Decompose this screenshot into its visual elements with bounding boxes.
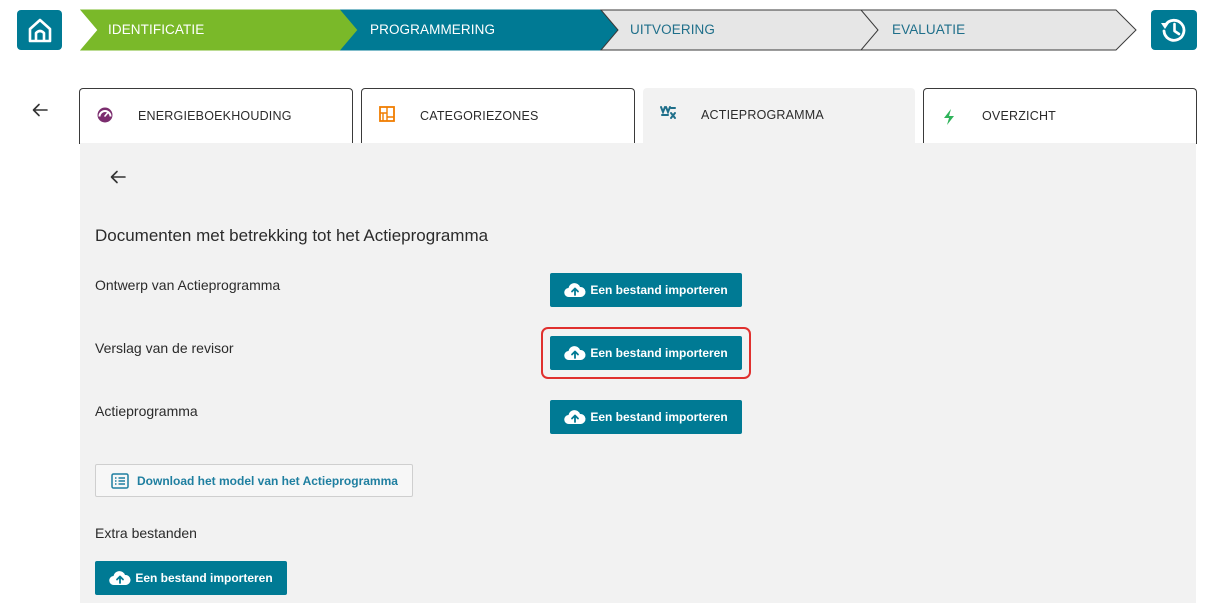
- history-button[interactable]: [1151, 10, 1197, 50]
- extra-files-label: Extra bestanden: [95, 525, 197, 541]
- import-button-label: Een bestand importeren: [590, 410, 728, 424]
- step-evaluatie[interactable]: EVALUATIE: [860, 9, 1138, 51]
- tab-overzicht[interactable]: OVERZICHT: [923, 88, 1197, 144]
- import-button[interactable]: Een bestand importeren: [95, 561, 287, 595]
- home-button[interactable]: [17, 10, 62, 50]
- back-arrow-icon[interactable]: [108, 167, 128, 187]
- gauge-icon: [97, 107, 113, 123]
- import-button-label: Een bestand importeren: [590, 283, 728, 297]
- cloud-upload-icon: [564, 283, 586, 298]
- actieprogramma-panel: [80, 143, 1196, 603]
- import-button[interactable]: Een bestand importeren: [550, 400, 742, 434]
- row-label: Actieprogramma: [95, 403, 198, 419]
- cloud-upload-icon: [109, 571, 131, 586]
- bolt-icon: [944, 109, 954, 125]
- step-label: IDENTIFICATIE: [108, 22, 205, 37]
- download-model-button[interactable]: Download het model van het Actieprogramm…: [95, 464, 413, 497]
- tab-energieboekhouding[interactable]: ENERGIEBOEKHOUDING: [79, 88, 353, 144]
- step-label: EVALUATIE: [892, 22, 966, 37]
- page-title: Documenten met betrekking tot het Actiep…: [95, 226, 489, 245]
- import-button-label: Een bestand importeren: [135, 571, 273, 585]
- step-label: UITVOERING: [630, 22, 716, 37]
- cloud-upload-icon: [564, 346, 586, 361]
- history-icon: [1161, 18, 1186, 42]
- import-button-label: Een bestand importeren: [590, 346, 728, 360]
- tab-label: OVERZICHT: [982, 109, 1057, 123]
- step-identificatie[interactable]: IDENTIFICATIE: [80, 9, 366, 51]
- row-label: Verslag van de revisor: [95, 340, 234, 356]
- actions-icon: [660, 106, 676, 119]
- download-button-label: Download het model van het Actieprogramm…: [137, 473, 398, 488]
- import-button[interactable]: Een bestand importeren: [550, 273, 742, 307]
- list-icon: [111, 472, 129, 489]
- row-label: Ontwerp van Actieprogramma: [95, 277, 281, 293]
- tab-label: CATEGORIEZONES: [420, 109, 539, 123]
- cloud-upload-icon: [564, 410, 586, 425]
- step-programmering[interactable]: PROGRAMMERING: [340, 9, 626, 51]
- back-arrow-icon[interactable]: [30, 100, 50, 120]
- step-label: PROGRAMMERING: [370, 22, 496, 37]
- tab-label: ACTIEPROGRAMMA: [701, 108, 824, 122]
- tab-actieprogramma[interactable]: ACTIEPROGRAMMA: [643, 88, 915, 144]
- tab-label: ENERGIEBOEKHOUDING: [138, 109, 292, 123]
- home-icon: [28, 18, 51, 43]
- tab-categoriezones[interactable]: CATEGORIEZONES: [361, 88, 635, 144]
- import-button[interactable]: Een bestand importeren: [550, 336, 742, 370]
- map-icon: [379, 106, 395, 122]
- step-uitvoering[interactable]: UITVOERING: [600, 9, 886, 51]
